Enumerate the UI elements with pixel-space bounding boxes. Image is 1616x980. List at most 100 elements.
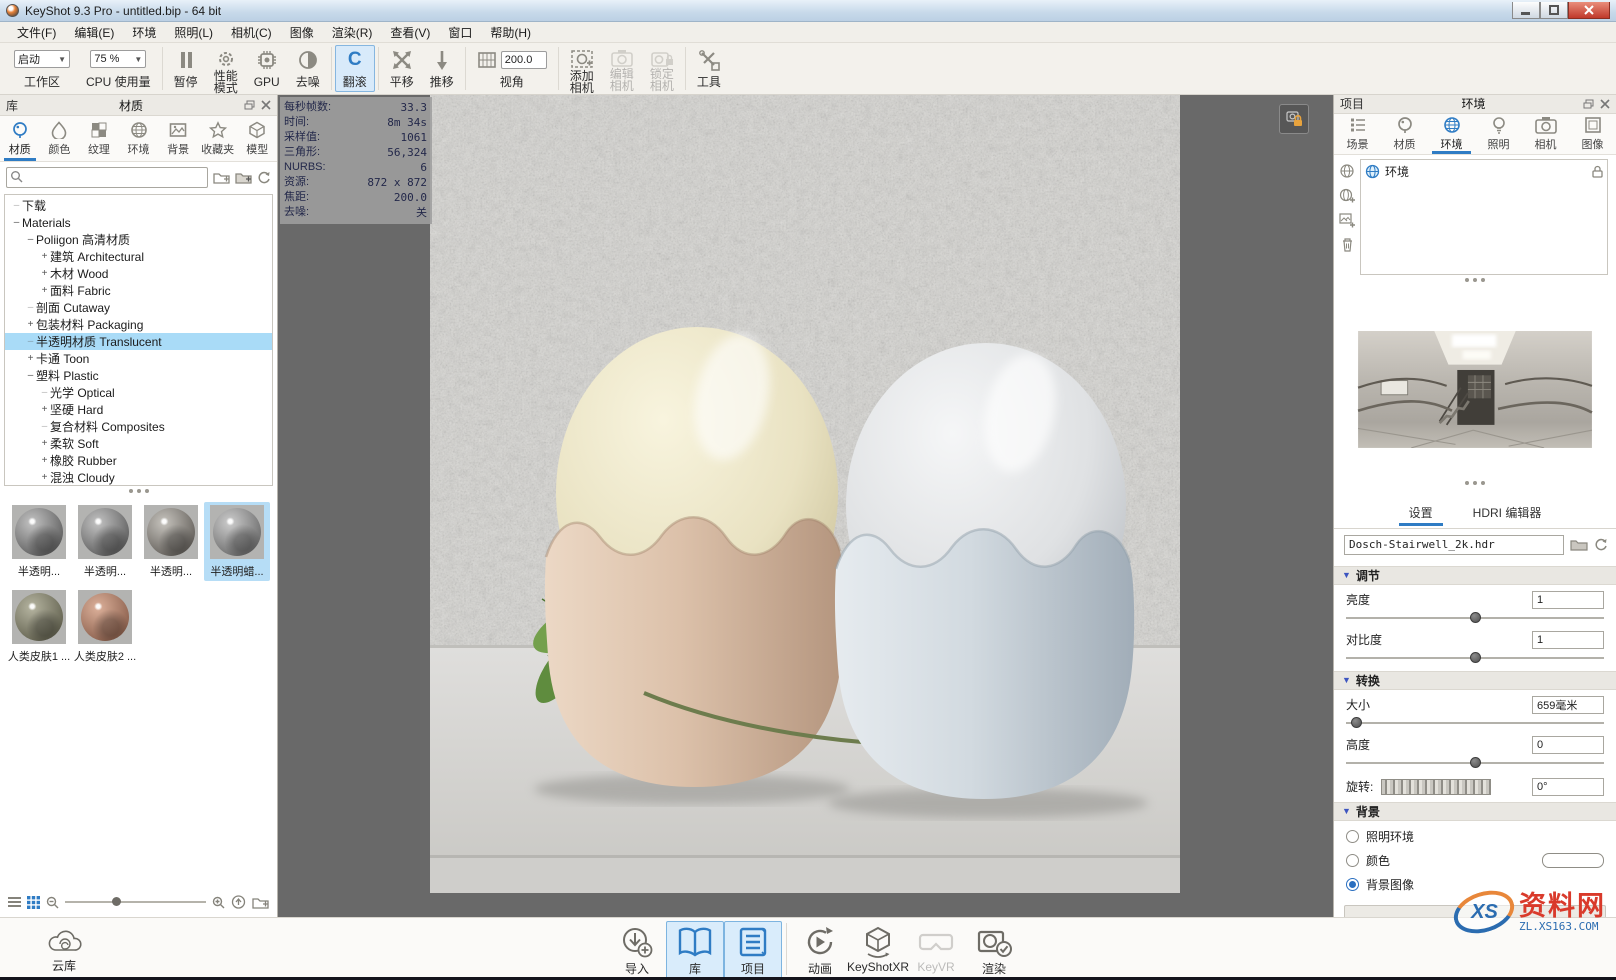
tree-expander-icon[interactable]: + <box>39 404 50 415</box>
settings-tab-设置[interactable]: 设置 <box>1403 504 1439 525</box>
toolbar-workspace-dropdown[interactable]: 启动▼ <box>14 50 70 68</box>
project-tab-环境[interactable]: 环境 <box>1428 114 1475 154</box>
lock-icon[interactable] <box>1592 165 1603 178</box>
transform-slider[interactable] <box>1346 716 1604 730</box>
menu-item[interactable]: 帮助(H) <box>481 22 540 43</box>
tree-item[interactable]: –剖面 Cutaway <box>5 299 272 316</box>
undock-panel-icon[interactable] <box>244 100 255 110</box>
tree-expander-icon[interactable]: + <box>25 319 36 330</box>
environment-list-item[interactable]: 环境 <box>1365 163 1603 180</box>
section-transform[interactable]: ▼ 转换 <box>1334 671 1616 690</box>
zoom-out-icon[interactable] <box>46 896 59 909</box>
background-option-照明环境[interactable]: 照明环境 <box>1334 821 1616 845</box>
toolbar-gpu-button[interactable]: GPU <box>246 45 288 92</box>
toolbar-fov-button[interactable]: 200.0视角 <box>469 45 555 92</box>
list-view-icon[interactable] <box>8 896 21 908</box>
library-tab-纹理[interactable]: 纹理 <box>79 116 119 161</box>
toolbar-workspace-button[interactable]: 启动▼工作区 <box>6 45 78 92</box>
toolbar-denoise-button[interactable]: 去噪 <box>288 45 328 92</box>
tree-item[interactable]: +橡胶 Rubber <box>5 452 272 469</box>
adjust-value-field[interactable]: 1 <box>1532 631 1604 649</box>
add-backplate-icon[interactable] <box>1339 213 1356 228</box>
tree-item[interactable]: +包装材料 Packaging <box>5 316 272 333</box>
toolbar-tumble-button[interactable]: C翻滚 <box>335 45 375 92</box>
tree-expander-icon[interactable]: + <box>25 353 36 364</box>
transform-slider-thumb[interactable] <box>1351 717 1362 728</box>
transform-value-field[interactable]: 0° <box>1532 778 1604 796</box>
splitter-handle[interactable] <box>0 486 277 496</box>
material-thumbnail[interactable]: 人类皮肤2 ... <box>72 587 138 666</box>
color-swatch[interactable] <box>1542 853 1604 868</box>
toolbar-pause-button[interactable]: 暂停 <box>166 45 206 92</box>
refresh-hdri-icon[interactable] <box>1594 538 1608 551</box>
import-to-library-icon[interactable] <box>252 896 269 909</box>
project-tab-材质[interactable]: 材质 <box>1381 114 1428 154</box>
grid-view-icon[interactable] <box>27 896 40 909</box>
close-button[interactable] <box>1568 2 1610 19</box>
tree-item[interactable]: –Materials <box>5 214 272 231</box>
menu-item[interactable]: 编辑(E) <box>65 22 123 43</box>
toolbar-tools-button[interactable]: 工具 <box>689 45 729 92</box>
tree-item[interactable]: +卡通 Toon <box>5 350 272 367</box>
library-tab-收藏夹[interactable]: 收藏夹 <box>198 116 238 161</box>
transform-value-field[interactable]: 0 <box>1532 736 1604 754</box>
toolbar-performance-mode-button[interactable]: 性能 模式 <box>206 45 246 92</box>
transform-slider-thumb[interactable] <box>1470 757 1481 768</box>
project-tab-相机[interactable]: 相机 <box>1522 114 1569 154</box>
menu-item[interactable]: 查看(V) <box>381 22 439 43</box>
material-thumbnail[interactable]: 半透明... <box>138 502 204 581</box>
tree-item[interactable]: –Poliigon 高清材质 <box>5 231 272 248</box>
tree-item[interactable]: +面料 Fabric <box>5 282 272 299</box>
menu-item[interactable]: 图像 <box>281 22 323 43</box>
menu-item[interactable]: 相机(C) <box>222 22 281 43</box>
tree-expander-icon[interactable]: + <box>39 268 50 279</box>
dock-item-渲染[interactable]: 渲染 <box>965 921 1023 980</box>
toolbar-cpu-usage-dropdown[interactable]: 75 %▼ <box>90 50 146 68</box>
adjust-slider[interactable] <box>1346 651 1604 665</box>
hdri-preview-image[interactable] <box>1343 331 1607 448</box>
material-thumbnail[interactable]: 半透明... <box>6 502 72 581</box>
adjust-slider-thumb[interactable] <box>1470 652 1481 663</box>
delete-environment-icon[interactable] <box>1341 237 1354 252</box>
project-tab-图像[interactable]: 图像 <box>1569 114 1616 154</box>
transform-rotation-scrubber[interactable] <box>1381 779 1491 795</box>
library-search-input[interactable] <box>6 167 208 188</box>
tree-expander-icon[interactable]: + <box>39 285 50 296</box>
menu-item[interactable]: 照明(L) <box>165 22 222 43</box>
tree-expander-icon[interactable]: – <box>25 370 36 381</box>
library-tab-颜色[interactable]: 颜色 <box>40 116 80 161</box>
import-folder-icon[interactable] <box>213 171 230 184</box>
tree-item[interactable]: +建筑 Architectural <box>5 248 272 265</box>
adjust-slider-thumb[interactable] <box>1470 612 1481 623</box>
add-environment-icon[interactable] <box>1339 188 1356 204</box>
tree-expander-icon[interactable]: + <box>39 472 50 483</box>
menu-item[interactable]: 文件(F) <box>8 22 65 43</box>
tree-expander-icon[interactable]: – <box>11 217 22 228</box>
menu-item[interactable]: 渲染(R) <box>323 22 382 43</box>
toolbar-dolly-button[interactable]: 推移 <box>422 45 462 92</box>
material-thumbnail[interactable]: 人类皮肤1 ... <box>6 587 72 666</box>
tree-item[interactable]: +坚硬 Hard <box>5 401 272 418</box>
environment-sphere-icon[interactable] <box>1339 163 1355 179</box>
upload-material-icon[interactable] <box>231 895 246 909</box>
maximize-button[interactable] <box>1540 2 1568 19</box>
radio-button[interactable] <box>1346 830 1359 843</box>
background-option-颜色[interactable]: 颜色 <box>1334 845 1616 869</box>
tree-item[interactable]: +柔软 Soft <box>5 435 272 452</box>
tree-expander-icon[interactable]: + <box>39 438 50 449</box>
tree-expander-icon[interactable]: + <box>39 455 50 466</box>
settings-tab-HDRI 编辑器[interactable]: HDRI 编辑器 <box>1467 504 1548 525</box>
tree-item[interactable]: –复合材料 Composites <box>5 418 272 435</box>
background-option-背景图像[interactable]: 背景图像 <box>1334 869 1616 893</box>
project-tab-场景[interactable]: 场景 <box>1334 114 1381 154</box>
tree-item[interactable]: –塑料 Plastic <box>5 367 272 384</box>
splitter-handle[interactable] <box>1334 478 1616 488</box>
tree-item[interactable]: –下载 <box>5 197 272 214</box>
library-tab-背景[interactable]: 背景 <box>158 116 198 161</box>
hdri-file-field[interactable]: Dosch-Stairwell_2k.hdr <box>1344 535 1564 555</box>
radio-button[interactable] <box>1346 878 1359 891</box>
minimize-button[interactable] <box>1512 2 1540 19</box>
dock-item-项目[interactable]: 项目 <box>724 921 782 980</box>
close-panel-icon[interactable] <box>1600 99 1610 109</box>
tree-expander-icon[interactable]: + <box>39 251 50 262</box>
